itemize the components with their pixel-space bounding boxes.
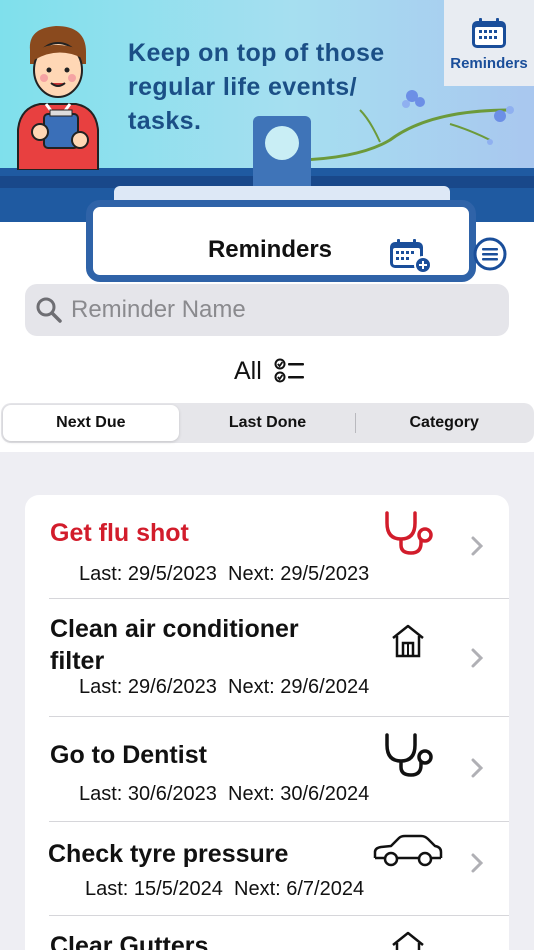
checklist-icon	[274, 358, 304, 383]
search-icon	[36, 297, 62, 323]
tab-last-done[interactable]: Last Done	[180, 405, 356, 441]
last-done-date: Last: 29/5/2023	[79, 563, 217, 585]
reminder-name: Get flu shot	[50, 519, 189, 547]
reminder-name: Clear Gutters	[50, 932, 209, 950]
house-icon	[392, 931, 424, 950]
stethoscope-icon	[385, 511, 433, 555]
chevron-right-icon	[471, 648, 484, 668]
list-item[interactable]: Clean air conditioner filter Last: 29/6/…	[25, 599, 509, 717]
category-filter[interactable]: All	[234, 352, 306, 390]
chevron-right-icon	[471, 758, 484, 778]
reminder-name: Go to Dentist	[50, 741, 207, 769]
page-title: Reminders	[207, 236, 333, 263]
reminders-badge-label: Reminders	[450, 55, 528, 72]
search-bar[interactable]	[25, 284, 509, 336]
next-due-date: Next: 6/7/2024	[234, 878, 365, 900]
reminder-name: Check tyre pressure	[48, 840, 289, 868]
reminders-list: Get flu shot Last: 29/5/2023 Next: 29/5/…	[25, 495, 509, 950]
calendar-icon	[472, 18, 506, 48]
tab-category[interactable]: Category	[356, 405, 532, 441]
filter-label: All	[234, 356, 262, 385]
calendar-add-icon[interactable]	[389, 238, 433, 274]
last-done-date: Last: 29/6/2023	[79, 676, 217, 698]
chevron-right-icon	[471, 853, 484, 873]
banner-tagline-line1: Keep on top of those	[128, 39, 385, 67]
car-icon	[373, 834, 443, 867]
reminder-dates: Last: 29/6/2023 Next: 29/6/2024	[79, 676, 369, 699]
reminders-badge[interactable]: Reminders	[444, 0, 534, 86]
reminder-name-line2: filter	[50, 647, 105, 675]
reminder-name-line1: Clean air conditioner	[50, 615, 299, 643]
stethoscope-icon	[385, 733, 433, 777]
sort-segmented-control: Next Due Last Done Category	[1, 403, 534, 443]
list-item[interactable]: Get flu shot Last: 29/5/2023 Next: 29/5/…	[25, 495, 509, 599]
tab-next-due[interactable]: Next Due	[3, 405, 179, 441]
list-item[interactable]: Go to Dentist Last: 30/6/2023 Next: 30/6…	[25, 717, 509, 822]
flower-branch-illustration	[300, 90, 514, 162]
next-due-date: Next: 30/6/2024	[228, 783, 370, 805]
reminder-name: Clean air conditioner filter	[50, 613, 299, 677]
last-done-date: Last: 30/6/2023	[79, 783, 217, 805]
reminder-dates: Last: 15/5/2024 Next: 6/7/2024	[85, 878, 364, 901]
next-due-date: Next: 29/5/2023	[228, 563, 370, 585]
list-item[interactable]: Check tyre pressure Last: 15/5/2024 Next…	[25, 822, 509, 916]
next-due-date: Next: 29/6/2024	[228, 676, 370, 698]
character-illustration	[17, 26, 99, 170]
clipboard-clip-hole	[265, 126, 299, 160]
menu-icon[interactable]	[472, 236, 508, 272]
chevron-right-icon	[471, 536, 484, 556]
house-icon	[392, 624, 424, 658]
list-item[interactable]: Clear Gutters	[25, 916, 509, 950]
reminder-dates: Last: 29/5/2023 Next: 29/5/2023	[79, 563, 369, 586]
reminder-dates: Last: 30/6/2023 Next: 30/6/2024	[79, 783, 369, 806]
search-input[interactable]	[71, 296, 491, 324]
last-done-date: Last: 15/5/2024	[85, 878, 223, 900]
